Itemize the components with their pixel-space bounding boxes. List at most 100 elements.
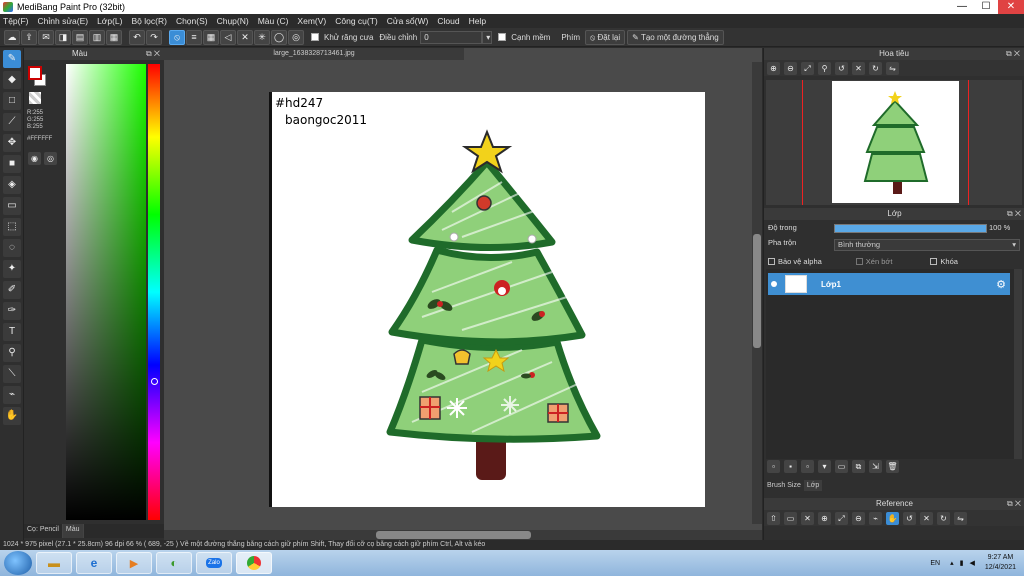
- rotate-right-icon[interactable]: ↻: [937, 511, 950, 525]
- flip-icon[interactable]: ⇋: [954, 511, 967, 525]
- palette-icon[interactable]: ◉: [28, 152, 41, 165]
- menu-filter[interactable]: Bộ lọc(R): [132, 16, 167, 26]
- edge-checkbox[interactable]: [498, 33, 507, 41]
- panel-close-icon[interactable]: ⧉ ✕: [1006, 48, 1020, 60]
- snap-off-icon[interactable]: ⦸: [169, 29, 185, 45]
- delete-layer-icon[interactable]: 🗑: [886, 460, 899, 473]
- eyedropper-icon[interactable]: ⌁: [869, 511, 882, 525]
- layer-list-scrollbar[interactable]: [1014, 269, 1022, 459]
- select-rect-tool-icon[interactable]: ⬚: [3, 218, 21, 236]
- hue-cursor[interactable]: [151, 378, 158, 385]
- tab-brush[interactable]: Cọ: Pencil: [24, 524, 63, 538]
- pen-tool-icon[interactable]: ✎: [3, 50, 21, 68]
- duplicate-layer-icon[interactable]: ⧉: [852, 460, 865, 473]
- canvas-horizontal-scrollbar[interactable]: [164, 530, 762, 540]
- fill-rect-tool-icon[interactable]: ■: [3, 155, 21, 173]
- foreground-color-swatch[interactable]: [28, 66, 42, 80]
- bucket-tool-icon[interactable]: ◈: [3, 176, 21, 194]
- saturation-value-picker[interactable]: [66, 64, 146, 520]
- network-icon[interactable]: ▮: [960, 559, 964, 567]
- cloud-icon[interactable]: ☁: [4, 29, 20, 45]
- volume-icon[interactable]: ◀: [969, 559, 974, 567]
- pages-icon[interactable]: ▥: [89, 29, 105, 45]
- start-button[interactable]: [4, 551, 32, 575]
- zoom-icon[interactable]: ⚲: [818, 61, 831, 75]
- tab-brush-size[interactable]: Brush Size: [764, 480, 804, 491]
- new-layer-1bit-icon[interactable]: ▫: [801, 460, 814, 473]
- magic-wand-tool-icon[interactable]: ✦: [3, 260, 21, 278]
- gradient-tool-icon[interactable]: ▭: [3, 197, 21, 215]
- new-layer-icon[interactable]: ▫: [767, 460, 780, 473]
- menu-color[interactable]: Màu (C): [258, 16, 289, 26]
- new-layer-8bit-icon[interactable]: ▪: [784, 460, 797, 473]
- ie-task[interactable]: e: [76, 552, 112, 574]
- merge-layer-icon[interactable]: ⇲: [869, 460, 882, 473]
- hand-tool-icon[interactable]: ✋: [3, 407, 21, 425]
- rotate-reset-icon[interactable]: ✕: [920, 511, 933, 525]
- horizontal-scroll-thumb[interactable]: [376, 531, 531, 539]
- menu-help[interactable]: Help: [469, 16, 486, 26]
- menu-tools[interactable]: Công cụ(T): [335, 16, 378, 26]
- panel-close-icon[interactable]: ⧉ ✕: [1007, 208, 1021, 220]
- straight-line-button[interactable]: ✎ Tạo một đường thẳng: [627, 29, 724, 45]
- visibility-icon[interactable]: [771, 281, 777, 287]
- share-icon[interactable]: ⇪: [21, 29, 37, 45]
- color-settings-icon[interactable]: ◎: [44, 152, 57, 165]
- menu-layer[interactable]: Lớp(L): [97, 16, 122, 26]
- tab-color[interactable]: Màu: [62, 524, 84, 538]
- hue-slider[interactable]: [148, 64, 160, 520]
- lasso-tool-icon[interactable]: ◌: [3, 239, 21, 257]
- close-button[interactable]: ✕: [998, 0, 1024, 14]
- maximize-button[interactable]: ☐: [974, 0, 998, 14]
- gear-icon[interactable]: ⚙: [996, 278, 1006, 291]
- divide-tool-icon[interactable]: ⟍: [3, 365, 21, 383]
- panel-close-icon[interactable]: ⧉ ✕: [1007, 498, 1021, 510]
- menu-cloud[interactable]: Cloud: [437, 16, 459, 26]
- lock-checkbox[interactable]: [930, 258, 938, 265]
- menu-snap[interactable]: Chụp(N): [217, 16, 249, 26]
- language-indicator[interactable]: EN: [930, 560, 940, 567]
- snap-radial-icon[interactable]: ✳: [254, 29, 270, 45]
- zoom-in-icon[interactable]: ⊕: [767, 61, 780, 75]
- clip-checkbox[interactable]: [855, 258, 863, 265]
- snap-parallel-icon[interactable]: ≡: [186, 29, 202, 45]
- document-tab[interactable]: large_1638328713461.jpg: [164, 48, 464, 60]
- clock[interactable]: 9:27 AM 12/4/2021: [985, 553, 1016, 573]
- tray-arrow-icon[interactable]: ▴: [950, 559, 954, 567]
- fit-icon[interactable]: ⤢: [835, 511, 848, 525]
- add-layer-menu-icon[interactable]: ▾: [818, 460, 831, 473]
- menu-file[interactable]: Tệp(F): [3, 16, 29, 26]
- zoom-out-icon[interactable]: ⊖: [852, 511, 865, 525]
- panel-close-icon[interactable]: ⧉ ✕: [146, 48, 160, 60]
- navigator-preview[interactable]: [766, 80, 1022, 205]
- speech-icon[interactable]: ◨: [55, 29, 71, 45]
- text-tool-icon[interactable]: T: [3, 323, 21, 341]
- layer-item[interactable]: Lớp1 ⚙: [768, 273, 1010, 295]
- adjust-field[interactable]: 0: [420, 30, 483, 44]
- zoom-out-icon[interactable]: ⊖: [784, 61, 797, 75]
- snap-circle-icon[interactable]: ◯: [271, 29, 287, 45]
- blend-mode-select[interactable]: Bình thường ▾: [834, 239, 1020, 251]
- eraser-tool-icon[interactable]: ◆: [3, 71, 21, 89]
- menu-select[interactable]: Chọn(S): [176, 16, 208, 26]
- opacity-slider[interactable]: [834, 224, 987, 233]
- zoom-in-icon[interactable]: ⊕: [818, 511, 831, 525]
- dot-tool-icon[interactable]: □: [3, 92, 21, 110]
- snap-perspective-icon[interactable]: ◁: [220, 29, 236, 45]
- vertical-scroll-thumb[interactable]: [753, 234, 761, 348]
- eyedropper-tool-icon[interactable]: ⌁: [3, 386, 21, 404]
- media-player-task[interactable]: ▶: [116, 552, 152, 574]
- comment-icon[interactable]: ✉: [38, 29, 54, 45]
- close-icon[interactable]: ✕: [801, 511, 814, 525]
- snap-concentric-icon[interactable]: ◎: [288, 29, 304, 45]
- menu-view[interactable]: Xem(V): [297, 16, 326, 26]
- explorer-task[interactable]: ▬: [36, 552, 72, 574]
- menu-edit[interactable]: Chỉnh sửa(E): [38, 16, 89, 26]
- snap-grid-icon[interactable]: ▦: [203, 29, 219, 45]
- hand-icon[interactable]: ✋: [886, 511, 899, 525]
- undo-icon[interactable]: ↶: [129, 29, 145, 45]
- snap-cross-icon[interactable]: ✕: [237, 29, 253, 45]
- minimize-button[interactable]: —: [950, 0, 974, 14]
- chrome-task[interactable]: [236, 552, 272, 574]
- select-pen-tool-icon[interactable]: ✐: [3, 281, 21, 299]
